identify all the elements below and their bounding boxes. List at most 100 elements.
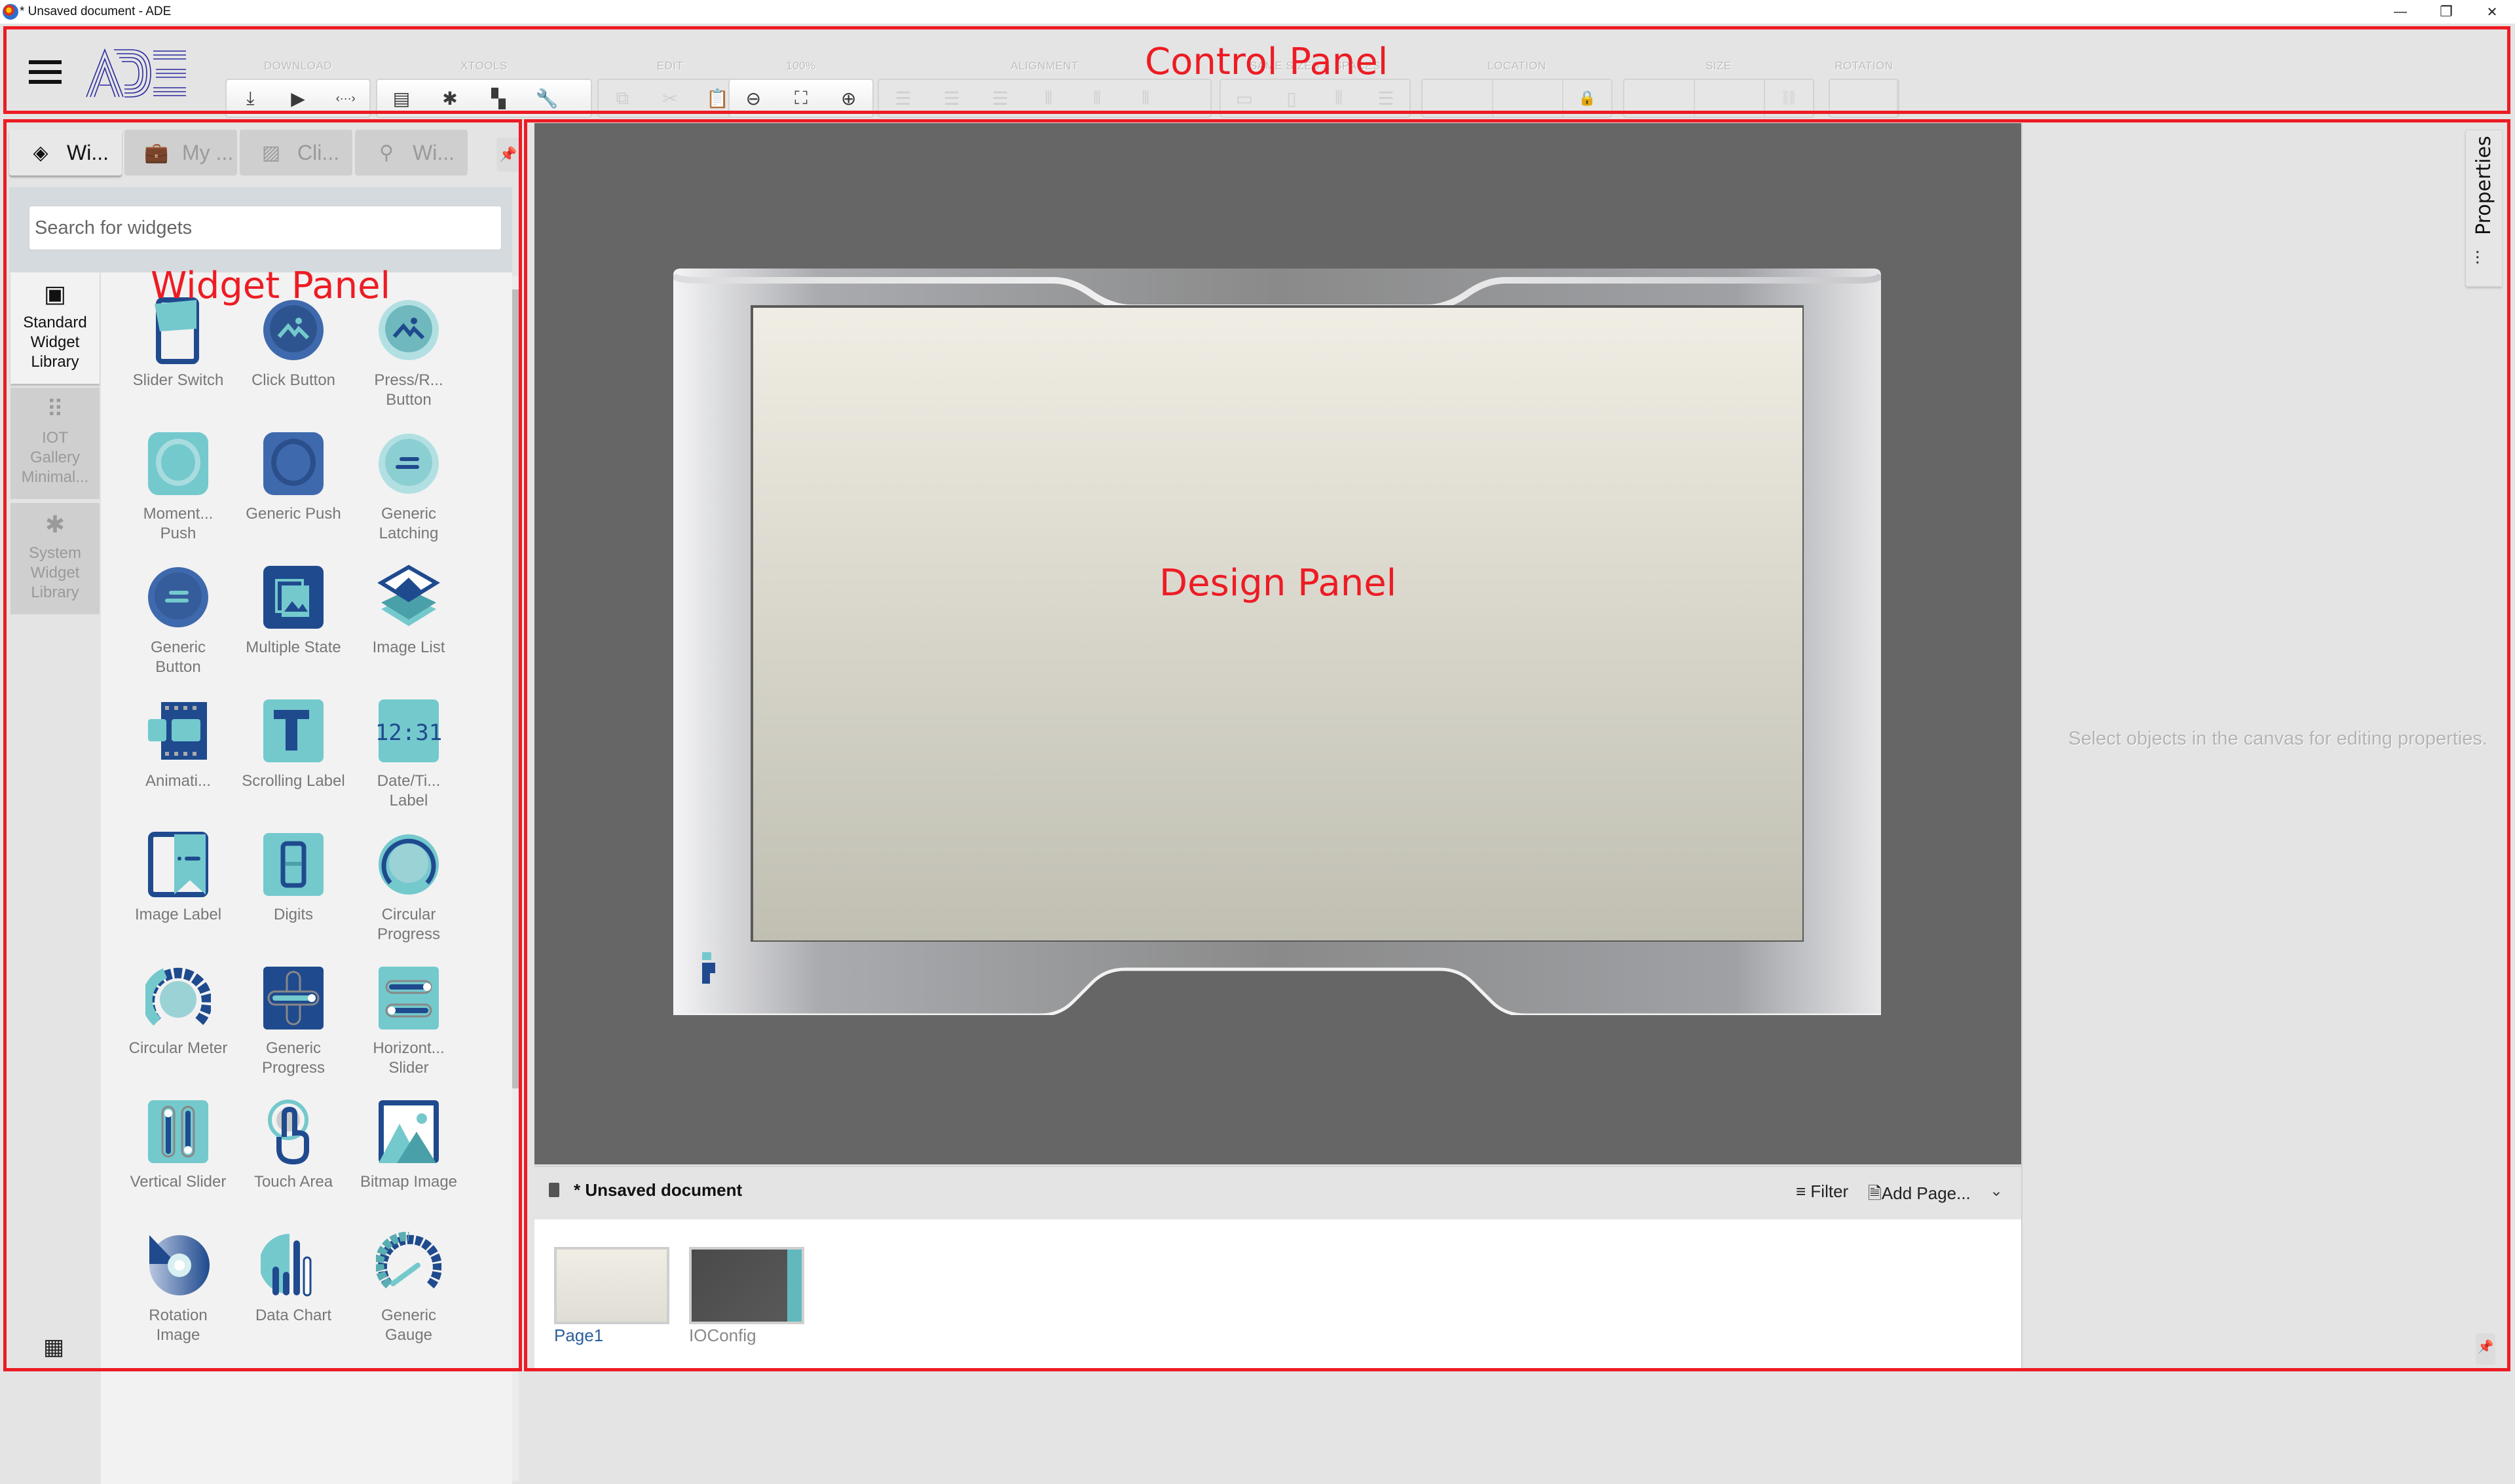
widget-item[interactable]: Generic Progress [228, 964, 359, 1078]
widget-item[interactable]: Press/R... Button [343, 296, 474, 410]
document-bar: * Unsaved document ≡ Filter 🗎Add Page...… [534, 1166, 2021, 1219]
widget-label: Date/Ti... Label [377, 772, 441, 809]
widget-item[interactable]: Rotation Image [113, 1231, 244, 1345]
panel-tab[interactable]: 💼 My ... [124, 130, 237, 176]
page-label[interactable]: Page1 [554, 1326, 603, 1346]
library-tab[interactable]: ⠿ IOT Gallery Minimal... [10, 388, 100, 499]
widget-item[interactable]: Touch Area [228, 1098, 359, 1192]
toolbar-group-label: EDIT [656, 60, 684, 72]
align-center-button[interactable]: ☰ [927, 80, 976, 117]
widget-label: Touch Area [253, 1173, 333, 1191]
widget-item[interactable]: 12:31 Date/Ti... Label [343, 697, 474, 811]
panel-tab[interactable]: ▨ Cli... [240, 130, 352, 176]
menu-icon[interactable] [29, 60, 62, 84]
widget-label: Digits [273, 906, 313, 923]
widget-item[interactable]: Vertical Slider [113, 1098, 244, 1192]
widget-scrollbar[interactable] [512, 276, 519, 1481]
page-label[interactable]: IOConfig [689, 1326, 756, 1346]
scrolling-label-icon [261, 697, 326, 765]
close-button[interactable]: ✕ [2469, 0, 2515, 24]
fit-screen-button[interactable]: ⛶ [777, 80, 825, 117]
same-height-button[interactable]: ▯ [1268, 80, 1315, 117]
filter-button[interactable]: ≡ Filter [1796, 1181, 1848, 1202]
same-width-icon: ▭ [1235, 88, 1254, 109]
puzzle-button[interactable]: ✱ [426, 80, 474, 117]
preview-button[interactable]: ▶ [274, 80, 322, 117]
apps-grid-icon[interactable]: ▦ [43, 1334, 64, 1360]
download-button[interactable]: ⤓ [227, 80, 274, 117]
rotation-field[interactable] [1830, 80, 1898, 117]
widget-item[interactable]: Image List [343, 563, 474, 658]
add-page-button[interactable]: 🗎Add Page... [1868, 1181, 1971, 1210]
minimize-button[interactable]: — [2377, 0, 2423, 24]
scrollbar-thumb[interactable] [512, 289, 519, 1088]
widget-item[interactable]: Generic Push [228, 430, 359, 524]
page-thumbnail[interactable] [554, 1247, 669, 1324]
properties-empty-message: Select objects in the canvas for editing… [2068, 728, 2487, 749]
widget-item[interactable]: Generic Button [113, 563, 244, 677]
server-button[interactable]: ▤ [377, 80, 426, 117]
align-right-button[interactable]: ☰ [976, 80, 1024, 117]
toolbar-group: 🔒 [1421, 79, 1612, 118]
grid-dots-icon: ⠿ [46, 396, 64, 422]
cut-button[interactable]: ✂ [646, 80, 694, 117]
size-field[interactable] [1624, 80, 1695, 117]
ade-logo [86, 48, 186, 98]
widget-item[interactable]: Click Button [228, 296, 359, 390]
vertical-slider-icon [145, 1098, 211, 1166]
widget-item[interactable]: Circular Meter [113, 964, 244, 1058]
chevron-down-icon[interactable]: ⌄ [1990, 1181, 2003, 1200]
align-left-button[interactable]: ☰ [879, 80, 927, 117]
widget-item[interactable]: Slider Switch [113, 296, 244, 390]
widget-item[interactable]: Digits [228, 830, 359, 925]
puzzle-icon: ✱ [442, 88, 458, 109]
widget-item[interactable]: Horizont... Slider [343, 964, 474, 1078]
lock-icon[interactable]: 🔒 [1563, 80, 1611, 117]
align-top-button[interactable]: ⦀ [1024, 80, 1073, 117]
panel-tab[interactable]: ◈ Wi... [9, 130, 122, 176]
panel-tab[interactable]: ⚲ Wi... [355, 130, 468, 176]
library-tab[interactable]: ✱ System Widget Library [10, 503, 100, 614]
zoom-out-button[interactable]: ⊖ [730, 80, 777, 117]
location-pin-icon: ⚲ [379, 141, 394, 164]
size-field[interactable] [1695, 80, 1766, 117]
link-icon[interactable]: ⛓ [1765, 80, 1813, 117]
zoom-in-button[interactable]: ⊕ [825, 80, 872, 117]
design-panel-annotation: Design Panel [1159, 562, 1397, 604]
widget-item[interactable]: Animati... [113, 697, 244, 791]
widget-item[interactable]: Bitmap Image [343, 1098, 474, 1192]
widget-item[interactable]: Circular Progress [343, 830, 474, 944]
widget-item[interactable]: Multiple State [228, 563, 359, 658]
widget-item[interactable]: Image Label [113, 830, 244, 925]
align-bottom-button[interactable]: ⦀ [1121, 80, 1170, 117]
widget-search-input[interactable] [29, 206, 502, 250]
widget-item[interactable]: Moment... Push [113, 430, 244, 544]
wrench-button[interactable]: 🔧 [523, 80, 571, 117]
cut-icon: ✂ [662, 88, 678, 109]
toolbar-group: ☰ ☰ ☰ ⦀ ⦀ ⦀ [878, 79, 1212, 118]
align-top-icon: ⦀ [1044, 87, 1053, 108]
widget-item[interactable]: Generic Latching [343, 430, 474, 544]
align-middle-button[interactable]: ⦀ [1073, 80, 1121, 117]
pin-icon[interactable]: 📌 [2476, 1333, 2495, 1365]
paste-icon: 📋 [706, 88, 730, 109]
location-field[interactable] [1423, 80, 1493, 117]
widget-label: Image List [372, 639, 445, 656]
space-vertical-button[interactable]: ☰ [1362, 80, 1409, 117]
widget-item[interactable]: Data Chart [228, 1231, 359, 1326]
library-tab[interactable]: ▣ Standard Widget Library [10, 272, 100, 384]
space-horizontal-button[interactable]: ⦀ [1315, 80, 1362, 117]
widget-label: Data Chart [255, 1307, 332, 1324]
widgets-button[interactable]: ▚ [474, 80, 523, 117]
widget-item[interactable]: Scrolling Label [228, 697, 359, 791]
restore-button[interactable]: ❐ [2423, 0, 2469, 24]
copy-button[interactable]: ⧉ [599, 80, 646, 117]
pin-icon[interactable]: 📌 [496, 138, 520, 172]
code-icon: ‹···› [335, 91, 356, 105]
widget-item[interactable]: Generic Gauge [343, 1231, 474, 1345]
properties-tab[interactable]: Properties ⫶ [2465, 130, 2502, 287]
page-thumbnail[interactable] [689, 1247, 804, 1324]
same-width-button[interactable]: ▭ [1221, 80, 1268, 117]
code-button[interactable]: ‹···› [322, 80, 369, 117]
location-field[interactable] [1493, 80, 1564, 117]
